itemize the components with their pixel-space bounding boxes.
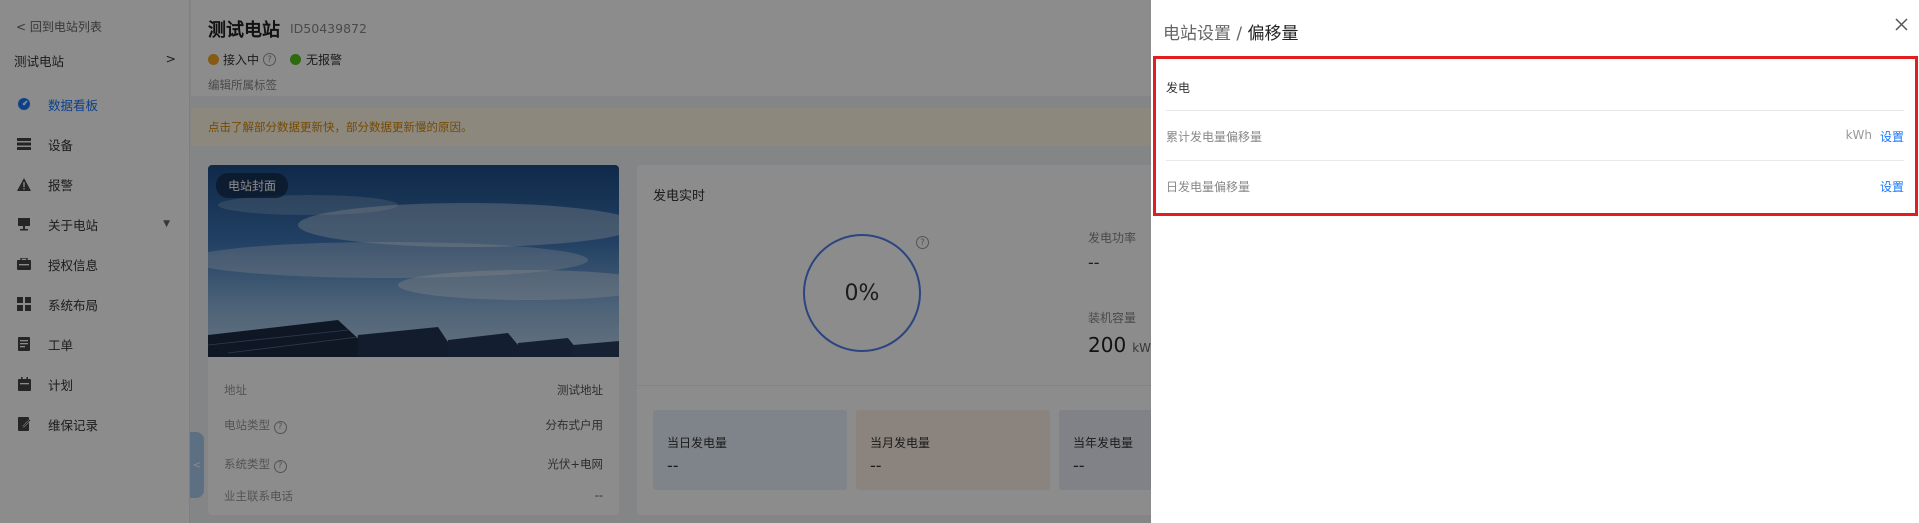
offset-row-daily: 日发电量偏移量 设置 [1166, 160, 1904, 210]
offset-label: 累计发电量偏移量 [1166, 130, 1263, 144]
offset-row-cumulative: 累计发电量偏移量 kWh 设置 [1166, 110, 1904, 160]
close-icon [1894, 17, 1908, 31]
breadcrumb-parent[interactable]: 电站设置 [1163, 24, 1231, 44]
close-drawer-button[interactable] [1891, 14, 1911, 34]
drawer-breadcrumb: 电站设置 / 偏移量 [1163, 19, 1299, 44]
set-daily-offset-button[interactable]: 设置 [1880, 178, 1904, 195]
section-title-generation: 发电 [1166, 81, 1191, 95]
set-cumulative-offset-button[interactable]: 设置 [1880, 128, 1904, 145]
breadcrumb-separator: / [1236, 24, 1243, 44]
breadcrumb-current: 偏移量 [1247, 24, 1299, 44]
offset-settings-drawer: 电站设置 / 偏移量 发电 累计发电量偏移量 kWh 设置 日发电量偏移量 设置 [1151, 0, 1919, 523]
offset-unit: kWh [1845, 128, 1872, 142]
modal-overlay[interactable] [0, 0, 1151, 523]
offset-label: 日发电量偏移量 [1166, 180, 1251, 194]
